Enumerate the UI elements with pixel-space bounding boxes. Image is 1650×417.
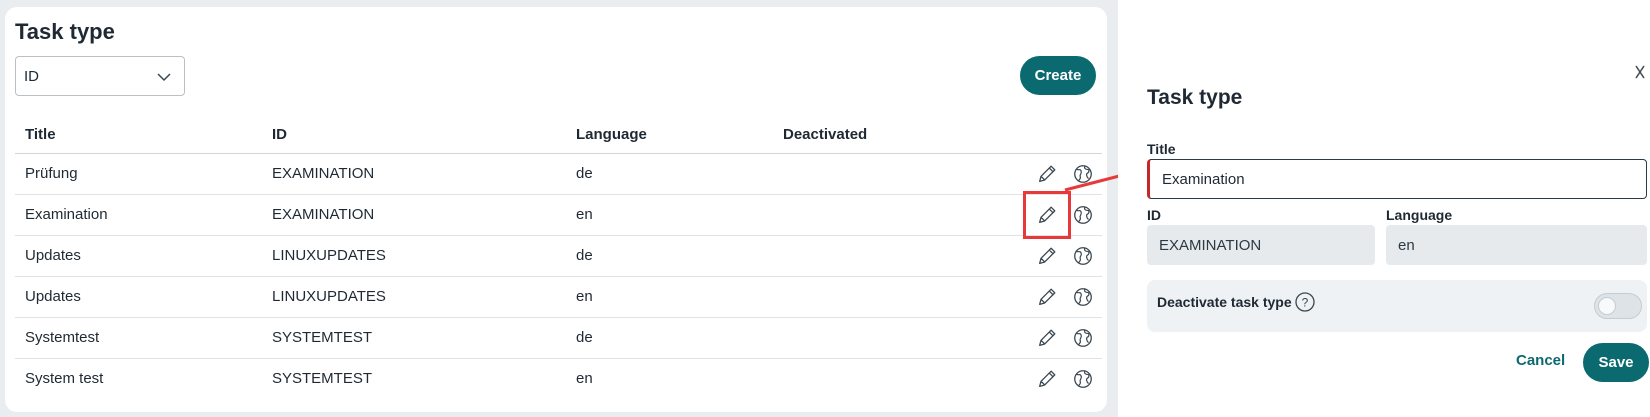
cell-language: en bbox=[576, 370, 593, 388]
cell-actions bbox=[998, 317, 1102, 359]
cell-actions bbox=[998, 235, 1102, 277]
cell-title: System test bbox=[25, 370, 104, 388]
cell-deactivated bbox=[773, 153, 998, 195]
create-button[interactable]: Create bbox=[1020, 56, 1096, 95]
title-field[interactable] bbox=[1147, 159, 1647, 199]
cell-actions bbox=[998, 276, 1102, 318]
table-header-row: Title ID Language Deactivated bbox=[15, 117, 1102, 154]
column-header-title[interactable]: Title bbox=[15, 117, 262, 154]
cancel-button[interactable]: Cancel bbox=[1516, 352, 1565, 369]
close-icon[interactable] bbox=[1634, 64, 1646, 80]
cell-deactivated bbox=[773, 276, 998, 318]
cell-id: LINUXUPDATES bbox=[262, 276, 566, 318]
edit-task-type-panel: Task type Title ID Language Deactivate t… bbox=[1118, 0, 1650, 417]
table-row: Prüfung EXAMINATION de bbox=[15, 153, 1102, 195]
table-row: Updates LINUXUPDATES de bbox=[15, 235, 1102, 277]
deactivate-toggle[interactable] bbox=[1594, 293, 1642, 319]
language-field-label: Language bbox=[1386, 207, 1453, 223]
deactivate-section: Deactivate task type ? bbox=[1147, 280, 1647, 332]
cell-id: SYSTEMTEST bbox=[272, 370, 373, 388]
cell-title: Systemtest bbox=[15, 317, 262, 359]
pencil-icon[interactable] bbox=[1034, 243, 1060, 269]
cell-language: de bbox=[566, 153, 773, 195]
column-header-actions bbox=[998, 117, 1102, 154]
cell-language: de bbox=[566, 317, 773, 359]
cell-title: Examination bbox=[15, 194, 262, 236]
svg-text:?: ? bbox=[1302, 296, 1309, 310]
chevron-down-icon bbox=[157, 73, 171, 82]
panel-title: Task type bbox=[1147, 86, 1243, 109]
id-field bbox=[1147, 225, 1375, 265]
cell-actions bbox=[998, 358, 1102, 399]
cell-language: en bbox=[566, 194, 773, 236]
help-icon[interactable]: ? bbox=[1294, 291, 1316, 313]
cell-title: Updates bbox=[15, 235, 262, 277]
page-title: Task type bbox=[15, 19, 115, 44]
table-row: Examination EXAMINATION en bbox=[15, 190, 1102, 239]
table-row: Systemtest SYSTEMTEST de bbox=[15, 317, 1102, 359]
cell-language: de bbox=[566, 235, 773, 277]
pencil-icon[interactable] bbox=[1034, 284, 1060, 310]
pencil-icon[interactable] bbox=[1034, 161, 1060, 187]
toggle-knob bbox=[1598, 297, 1616, 315]
globe-icon[interactable] bbox=[1070, 325, 1096, 351]
globe-icon[interactable] bbox=[1070, 284, 1096, 310]
id-field-label: ID bbox=[1147, 207, 1161, 223]
cell-deactivated bbox=[773, 358, 998, 399]
filter-select[interactable]: ID bbox=[15, 56, 185, 96]
cell-id: LINUXUPDATES bbox=[262, 235, 566, 277]
column-header-language[interactable]: Language bbox=[566, 117, 773, 154]
globe-icon[interactable] bbox=[1070, 243, 1096, 269]
task-type-table: Title ID Language Deactivated Prüfung EXA… bbox=[15, 117, 1102, 399]
cell-deactivated bbox=[773, 235, 998, 277]
cell-deactivated bbox=[773, 317, 998, 359]
cell-title: Updates bbox=[15, 276, 262, 318]
pencil-icon[interactable] bbox=[1034, 366, 1060, 392]
title-field-label: Title bbox=[1147, 141, 1176, 157]
cell-language: en bbox=[566, 276, 773, 318]
deactivate-label: Deactivate task type bbox=[1157, 294, 1292, 310]
save-button[interactable]: Save bbox=[1583, 343, 1649, 382]
filter-select-value: ID bbox=[24, 67, 39, 85]
cell-id: SYSTEMTEST bbox=[262, 317, 566, 359]
cell-title: Prüfung bbox=[15, 153, 262, 195]
globe-icon[interactable] bbox=[1070, 366, 1096, 392]
task-type-list-card: Task type ID Create Title ID Language De… bbox=[5, 7, 1107, 412]
column-header-id[interactable]: ID bbox=[262, 117, 566, 154]
table-row: Updates LINUXUPDATES en bbox=[15, 276, 1102, 318]
pencil-icon[interactable] bbox=[1023, 190, 1071, 239]
cell-id: EXAMINATION bbox=[262, 194, 566, 236]
cell-id: EXAMINATION bbox=[262, 153, 566, 195]
column-header-deactivated[interactable]: Deactivated bbox=[773, 117, 998, 154]
pencil-icon[interactable] bbox=[1034, 325, 1060, 351]
cell-deactivated bbox=[773, 194, 998, 236]
language-field bbox=[1386, 225, 1647, 265]
table-row: System test SYSTEMTEST en bbox=[15, 358, 1102, 399]
